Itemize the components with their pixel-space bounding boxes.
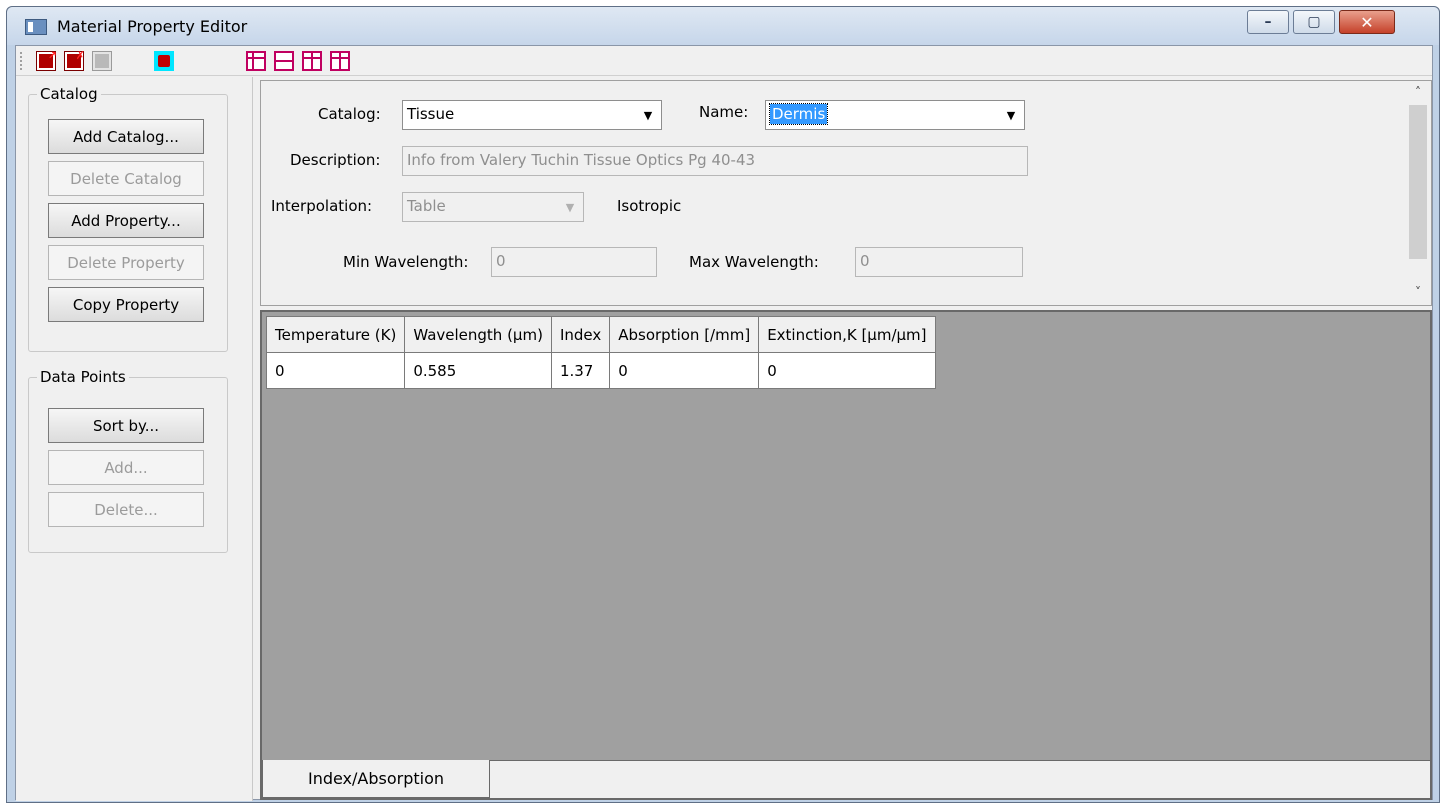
app-icon: [25, 19, 47, 35]
add-data-point-button[interactable]: Add...: [48, 450, 204, 485]
maximize-icon: ▢: [1307, 14, 1321, 30]
name-label: Name:: [699, 103, 749, 121]
max-wavelength-label: Max Wavelength:: [689, 253, 819, 271]
isotropic-label: Isotropic: [617, 197, 682, 215]
scroll-down-icon[interactable]: ˅: [1410, 285, 1426, 301]
max-wavelength-field[interactable]: 0: [855, 247, 1023, 277]
catalog-group: Catalog Add Catalog... Delete Catalog Ad…: [28, 85, 228, 352]
column-header-extinction[interactable]: Extinction,K [µm/µm]: [758, 316, 936, 353]
chevron-down-icon: ▼: [565, 200, 575, 214]
window-title: Material Property Editor: [57, 17, 248, 36]
data-table: Temperature (K) Wavelength (µm) Index Ab…: [265, 316, 936, 389]
name-combo[interactable]: Dermis ▼: [765, 100, 1025, 130]
column-header-temperature[interactable]: Temperature (K): [265, 316, 406, 353]
interpolation-combo-value: Table: [407, 197, 446, 215]
tab-index-absorption[interactable]: Index/Absorption: [262, 760, 490, 798]
min-wavelength-field[interactable]: 0: [491, 247, 657, 277]
chevron-down-icon: ▼: [1006, 108, 1016, 122]
add-property-button[interactable]: Add Property...: [48, 203, 204, 238]
grid-move-down-icon[interactable]: [302, 51, 322, 71]
data-grid-area: Temperature (K) Wavelength (µm) Index Ab…: [260, 310, 1432, 800]
app-window: Material Property Editor – ▢ ✕ ↗ ✗ Catal…: [6, 6, 1440, 803]
close-icon: ✕: [1360, 12, 1374, 32]
left-panel: Catalog Add Catalog... Delete Catalog Ad…: [16, 77, 253, 801]
column-header-wavelength[interactable]: Wavelength (µm): [404, 316, 552, 353]
scroll-up-icon[interactable]: ˄: [1410, 85, 1426, 101]
toolbar-grip[interactable]: [20, 52, 23, 70]
column-header-absorption[interactable]: Absorption [/mm]: [609, 316, 760, 353]
table-cell[interactable]: 0: [265, 352, 406, 389]
description-field[interactable]: Info from Valery Tuchin Tissue Optics Pg…: [402, 146, 1028, 176]
table-header-row: Temperature (K) Wavelength (µm) Index Ab…: [265, 316, 936, 353]
copy-property-button[interactable]: Copy Property: [48, 287, 204, 322]
client-area: ↗ ✗ Catalog Add Catalog... Delete Catalo…: [15, 45, 1433, 801]
save-icon[interactable]: [92, 51, 112, 71]
lock-icon[interactable]: [154, 51, 174, 71]
grid-insert-column-icon[interactable]: [246, 51, 266, 71]
delete-data-point-button[interactable]: Delete...: [48, 492, 204, 527]
table-cell[interactable]: 0: [758, 352, 936, 389]
chevron-down-icon: ▼: [643, 108, 653, 122]
tab-strip: Index/Absorption: [262, 760, 1430, 798]
add-catalog-button[interactable]: Add Catalog...: [48, 119, 204, 154]
interpolation-label: Interpolation:: [271, 197, 373, 215]
min-wavelength-label: Min Wavelength:: [343, 253, 469, 271]
grid-insert-row-icon[interactable]: [274, 51, 294, 71]
grid-move-up-icon[interactable]: [330, 51, 350, 71]
catalog-combo-value: Tissue: [407, 105, 455, 123]
catalog-combo[interactable]: Tissue ▼: [402, 100, 662, 130]
sort-by-button[interactable]: Sort by...: [48, 408, 204, 443]
name-combo-value: Dermis: [768, 103, 829, 125]
toolbar: ↗ ✗: [16, 46, 1432, 76]
interpolation-combo[interactable]: Table ▼: [402, 192, 584, 222]
catalog-label: Catalog:: [318, 105, 381, 123]
column-header-index[interactable]: Index: [550, 316, 611, 353]
table-cell[interactable]: 0.585: [404, 352, 552, 389]
description-label: Description:: [290, 151, 381, 169]
open-icon[interactable]: ↗: [36, 50, 57, 71]
save-as-icon[interactable]: ✗: [64, 50, 85, 71]
table-cell[interactable]: 1.37: [550, 352, 611, 389]
catalog-group-title: Catalog: [37, 85, 101, 103]
maximize-button[interactable]: ▢: [1293, 10, 1335, 34]
data-points-group: Data Points Sort by... Add... Delete...: [28, 368, 228, 553]
data-points-group-title: Data Points: [37, 368, 129, 386]
minimize-button[interactable]: –: [1247, 10, 1289, 34]
title-bar: Material Property Editor – ▢ ✕: [7, 7, 1439, 45]
delete-property-button[interactable]: Delete Property: [48, 245, 204, 280]
minimize-icon: –: [1264, 14, 1272, 30]
scroll-thumb[interactable]: [1409, 105, 1427, 259]
delete-catalog-button[interactable]: Delete Catalog: [48, 161, 204, 196]
form-scrollbar[interactable]: ˄ ˅: [1407, 83, 1429, 303]
table-row[interactable]: 0 0.585 1.37 0 0: [265, 352, 936, 389]
close-button[interactable]: ✕: [1339, 10, 1395, 34]
property-form: Catalog: Tissue ▼ Name: Dermis ▼ Descrip…: [260, 80, 1432, 306]
table-cell[interactable]: 0: [609, 352, 760, 389]
